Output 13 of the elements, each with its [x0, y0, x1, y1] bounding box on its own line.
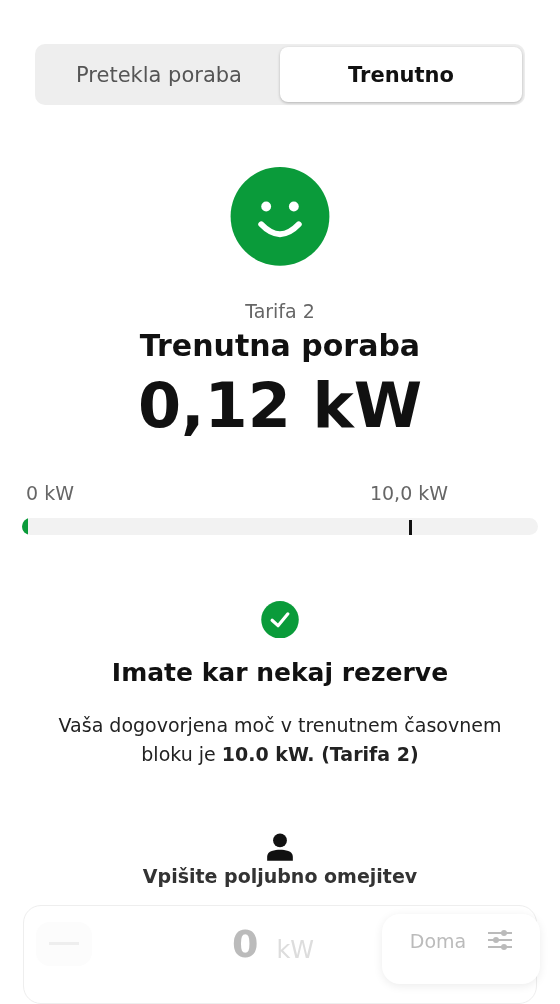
consumption-title: Trenutna poraba	[139, 328, 421, 364]
limit-value: 0	[232, 921, 259, 966]
consumption-value: 0,12 kW	[137, 369, 423, 443]
tariff-label: Tarifa 2	[245, 300, 315, 323]
notice-text: Vaša dogovorjena moč v trenutnem časovnem bloku je 10.0 kW. (Tarifa 2)	[57, 713, 503, 768]
max-label: 10,0 kW	[369, 482, 449, 505]
tab[interactable]: Pretekla poraba	[38, 47, 280, 103]
notice-title: Imate kar nekaj rezerve	[111, 658, 449, 688]
limit-title: Vpišite poljubno omejitev	[142, 864, 418, 887]
sliders-icon	[488, 929, 513, 950]
person-icon	[267, 833, 293, 861]
tab[interactable]: Trenutno	[280, 47, 522, 103]
min-label: 0 kW	[26, 482, 74, 505]
